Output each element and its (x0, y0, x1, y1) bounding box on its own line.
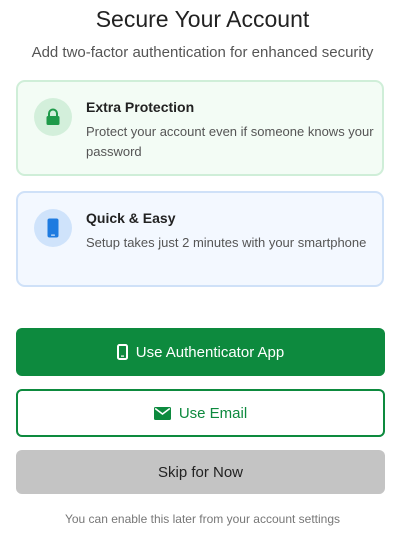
use-authenticator-app-button[interactable]: Use Authenticator App (16, 328, 385, 376)
skip-for-now-button[interactable]: Skip for Now (16, 450, 385, 494)
envelope-icon (153, 406, 171, 420)
feature-description: Setup takes just 2 minutes with your sma… (86, 235, 367, 250)
feature-title: Quick & Easy (86, 210, 176, 226)
feature-title: Extra Protection (86, 99, 195, 115)
feature-card-extra-protection: Extra Protection Protect your account ev… (16, 80, 384, 176)
footnote-text: You can enable this later from your acco… (64, 512, 341, 526)
page-subtitle: Add two-factor authentication for enhanc… (31, 44, 374, 61)
feature-card-quick-easy: Quick & Easy Setup takes just 2 minutes … (16, 191, 384, 287)
use-email-button[interactable]: Use Email (16, 389, 385, 437)
smartphone-icon (116, 344, 128, 360)
button-label: Use Email (178, 404, 248, 422)
feature-description: Protect your account even if someone kno… (86, 124, 374, 159)
button-label: Use Authenticator App (135, 343, 285, 361)
two-factor-setup-page: Secure Your Account Add two-factor authe… (0, 0, 405, 538)
page-title: Secure Your Account (95, 6, 310, 32)
lock-icon (34, 98, 72, 136)
smartphone-icon (34, 209, 72, 247)
